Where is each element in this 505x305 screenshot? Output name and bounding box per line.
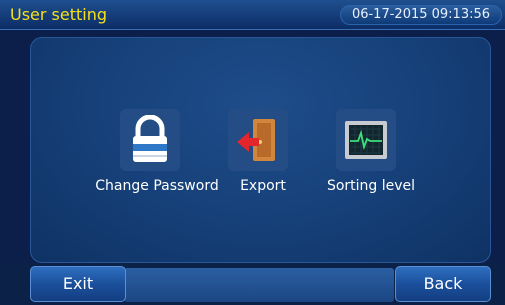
bottom-status-strip [124,268,394,302]
page-title: User setting [10,5,108,24]
export-button[interactable] [228,109,288,171]
title-bar: User setting 06-17-2015 09:13:56 [0,0,505,30]
exit-door-icon [237,119,275,161]
export-label: Export [240,178,286,194]
lock-icon [133,115,167,162]
back-button[interactable]: Back [395,266,491,302]
datetime-display: 06-17-2015 09:13:56 [340,5,502,25]
heartbeat-monitor-icon [345,121,387,159]
change-password-label: Change Password [95,178,219,194]
exit-button[interactable]: Exit [30,266,126,302]
sorting-level-label: Sorting level [326,178,416,194]
sorting-level-button[interactable] [336,109,396,171]
change-password-button[interactable] [120,109,180,171]
